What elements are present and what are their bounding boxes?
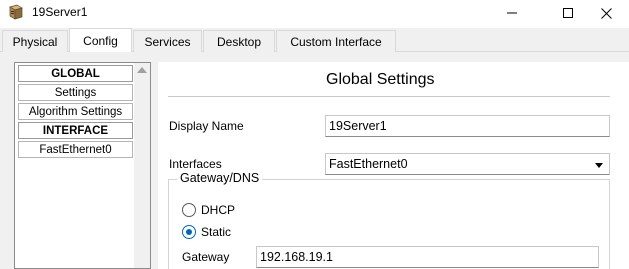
chevron-down-icon [595,163,603,168]
close-icon [600,7,612,19]
tab-custom-interface[interactable]: Custom Interface [276,30,396,52]
static-label: Static [201,225,232,239]
server-icon [8,4,24,20]
title-bar: 19Server1 [0,0,629,26]
sidebar-item-global[interactable]: GLOBAL [18,65,133,82]
tab-bar: Physical Config Services Desktop Custom … [0,28,629,53]
page-title: Global Settings [326,71,435,88]
gateway-label: Gateway [182,250,230,264]
dhcp-radio[interactable] [182,203,196,217]
interfaces-value: FastEthernet0 [329,157,408,171]
config-sidebar: GLOBAL Settings Algorithm Settings INTER… [14,62,151,269]
sidebar-scrollbar[interactable] [134,63,150,268]
tab-desktop[interactable]: Desktop [203,30,275,52]
tab-services[interactable]: Services [133,30,202,52]
gateway-field[interactable]: 192.168.19.1 [256,246,599,268]
tab-physical[interactable]: Physical [2,30,68,52]
sidebar-item-settings[interactable]: Settings [18,84,133,101]
title-divider [168,96,610,97]
display-name-label: Display Name [169,119,244,133]
sidebar-item-algorithm-settings[interactable]: Algorithm Settings [18,103,133,120]
scroll-up-icon[interactable] [137,67,147,73]
static-radio[interactable] [182,225,196,239]
display-name-value: 19Server1 [329,119,387,133]
sidebar-item-interface[interactable]: INTERFACE [18,122,133,139]
interfaces-select[interactable]: FastEthernet0 [325,153,610,175]
tab-config[interactable]: Config [69,28,132,53]
sidebar-item-fastethernet0[interactable]: FastEthernet0 [18,141,133,158]
minimize-icon [507,8,517,18]
close-button[interactable] [583,0,629,26]
maximize-icon [563,8,573,18]
display-name-field[interactable]: 19Server1 [325,115,610,137]
interfaces-label: Interfaces [169,157,222,171]
window-title: 19Server1 [32,5,88,19]
gateway-dns-legend: Gateway/DNS [177,171,263,185]
minimize-button[interactable] [489,0,535,26]
gateway-value: 192.168.19.1 [260,250,333,264]
gateway-dns-group: Gateway/DNS DHCP Static Gateway 192.168.… [168,171,610,269]
settings-panel: Global Settings Display Name 19Server1 I… [158,62,629,269]
dhcp-label: DHCP [201,203,236,217]
config-content: GLOBAL Settings Algorithm Settings INTER… [0,52,629,269]
